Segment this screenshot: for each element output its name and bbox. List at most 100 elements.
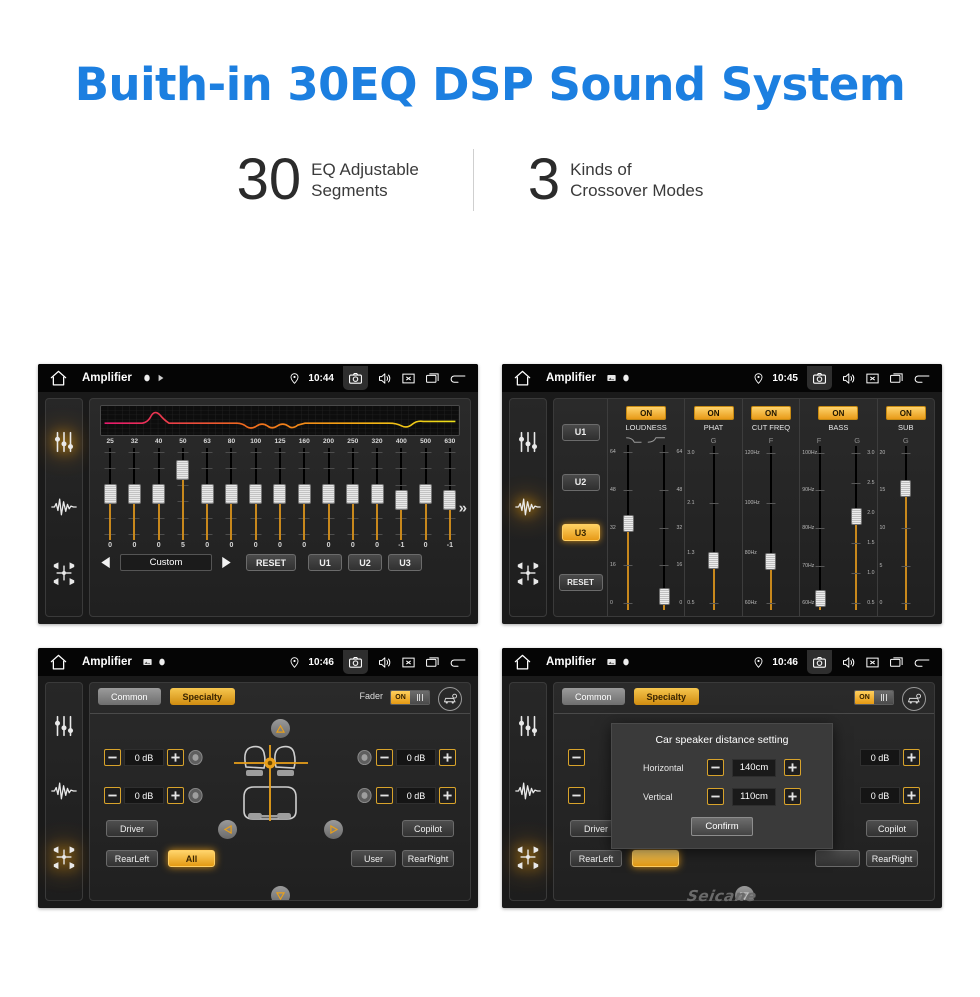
slider-knob[interactable]: [127, 484, 141, 504]
slider-knob[interactable]: [419, 484, 433, 504]
camera-button[interactable]: [343, 649, 368, 674]
eq-slider[interactable]: [244, 448, 268, 540]
crossover-slider[interactable]: 100Hz 90Hz 80Hz 70Hz 60Hz: [802, 446, 838, 610]
preset-u1-button[interactable]: U1: [561, 423, 600, 441]
slider-knob[interactable]: [224, 484, 238, 504]
back-icon[interactable]: [913, 371, 931, 386]
toggle-sub[interactable]: ON: [885, 406, 926, 420]
slider-knob[interactable]: [900, 479, 912, 497]
tab-specialty[interactable]: Specialty: [169, 688, 236, 705]
recents-icon[interactable]: [425, 655, 440, 670]
plus-button[interactable]: [439, 749, 456, 766]
camera-icon[interactable]: [812, 371, 827, 386]
eq-slider[interactable]: [316, 448, 340, 540]
eq-sliders-icon[interactable]: [515, 429, 541, 455]
slider-knob[interactable]: [249, 484, 263, 504]
close-box-icon[interactable]: [401, 371, 416, 386]
slider-knob[interactable]: [273, 484, 287, 504]
crossover-slider[interactable]: 120Hz 100Hz 80Hz 60Hz: [745, 446, 797, 610]
slider-knob[interactable]: [176, 460, 190, 481]
plus-button[interactable]: [784, 759, 801, 777]
volume-icon[interactable]: [377, 655, 392, 670]
slider-knob[interactable]: [814, 589, 826, 607]
back-icon[interactable]: [449, 655, 467, 670]
tab-common[interactable]: Common: [98, 688, 161, 705]
slider-knob[interactable]: [370, 484, 384, 504]
waveform-icon[interactable]: [51, 494, 77, 520]
toggle-phat[interactable]: ON: [693, 406, 734, 420]
slider-knob[interactable]: [297, 484, 311, 504]
camera-button[interactable]: [343, 365, 368, 390]
slider-knob[interactable]: [200, 484, 214, 504]
close-box-icon[interactable]: [401, 655, 416, 670]
slider-knob[interactable]: [103, 484, 117, 504]
crossover-slider[interactable]: 20 15 10 5 0: [880, 446, 932, 610]
eq-slider[interactable]: [268, 448, 292, 540]
plus-button[interactable]: [167, 787, 184, 804]
eq-sliders-icon[interactable]: [51, 713, 77, 739]
back-icon[interactable]: [449, 371, 467, 386]
eq-slider[interactable]: [122, 448, 146, 540]
camera-icon[interactable]: [348, 371, 363, 386]
crossover-slider[interactable]: 64 48 32 16 0: [610, 445, 646, 610]
double-chevron-right-icon[interactable]: »: [459, 499, 467, 516]
eq-slider[interactable]: [147, 448, 171, 540]
preset-u3-button[interactable]: U3: [561, 524, 600, 542]
volume-icon[interactable]: [841, 371, 856, 386]
recents-icon[interactable]: [425, 371, 440, 386]
close-box-icon[interactable]: [865, 371, 880, 386]
nav-right-button[interactable]: [324, 820, 343, 839]
car-settings-button[interactable]: [438, 687, 462, 711]
home-icon[interactable]: [513, 369, 532, 388]
minus-button[interactable]: [104, 749, 121, 766]
seat-driver-button[interactable]: Driver: [106, 820, 158, 837]
slider-knob[interactable]: [152, 484, 166, 504]
eq-slider[interactable]: [195, 448, 219, 540]
nav-up-button[interactable]: [271, 719, 290, 738]
camera-icon[interactable]: [348, 655, 363, 670]
slider-knob[interactable]: [322, 484, 336, 504]
seat-rearright-button[interactable]: RearRight: [402, 850, 454, 867]
preset-u3-button[interactable]: U3: [388, 554, 422, 571]
waveform-icon[interactable]: [515, 494, 541, 520]
slider-knob[interactable]: [394, 489, 408, 510]
fader-toggle[interactable]: ON: [390, 690, 430, 705]
triangle-right-icon[interactable]: [218, 555, 234, 570]
slider-knob[interactable]: [658, 587, 670, 605]
reset-button[interactable]: RESET: [558, 574, 603, 592]
seat-user-button[interactable]: User: [351, 850, 396, 867]
eq-slider[interactable]: [365, 448, 389, 540]
crossover-slider[interactable]: 3.0 2.5 2.0 1.5 1.0 0.5: [838, 446, 875, 610]
home-icon[interactable]: [49, 653, 68, 672]
seat-rearleft-button[interactable]: RearLeft: [106, 850, 158, 867]
toggle-cut-freq[interactable]: ON: [750, 406, 791, 420]
eq-slider[interactable]: [389, 448, 413, 540]
toggle-bass[interactable]: ON: [818, 406, 859, 420]
slider-knob[interactable]: [708, 551, 719, 569]
slider-knob[interactable]: [443, 489, 457, 510]
nav-left-button[interactable]: [218, 820, 237, 839]
minus-button[interactable]: [376, 787, 393, 804]
slider-knob[interactable]: [346, 484, 360, 504]
plus-button[interactable]: [784, 788, 801, 806]
triangle-left-icon[interactable]: [98, 555, 114, 570]
seat-copilot-button[interactable]: Copilot: [402, 820, 454, 837]
preset-u2-button[interactable]: U2: [561, 473, 600, 491]
eq-sliders-icon[interactable]: [51, 429, 77, 455]
crossover-slider[interactable]: 64 48 32 16 0: [646, 445, 682, 610]
minus-button[interactable]: [707, 788, 724, 806]
slider-knob[interactable]: [765, 553, 777, 571]
volume-icon[interactable]: [377, 371, 392, 386]
eq-preset-name[interactable]: Custom: [120, 554, 212, 571]
eq-slider[interactable]: [341, 448, 365, 540]
eq-slider[interactable]: [98, 448, 122, 540]
home-icon[interactable]: [49, 369, 68, 388]
crossover-slider[interactable]: 3.0 2.1 1.3 0.5: [687, 446, 739, 610]
reset-button[interactable]: RESET: [246, 554, 296, 571]
seat-all-button[interactable]: All: [168, 850, 215, 867]
preset-u1-button[interactable]: U1: [308, 554, 342, 571]
eq-slider[interactable]: [171, 448, 195, 540]
balance-fader-icon[interactable]: [51, 844, 77, 870]
eq-slider[interactable]: [413, 448, 437, 540]
balance-fader-icon[interactable]: [515, 560, 541, 586]
